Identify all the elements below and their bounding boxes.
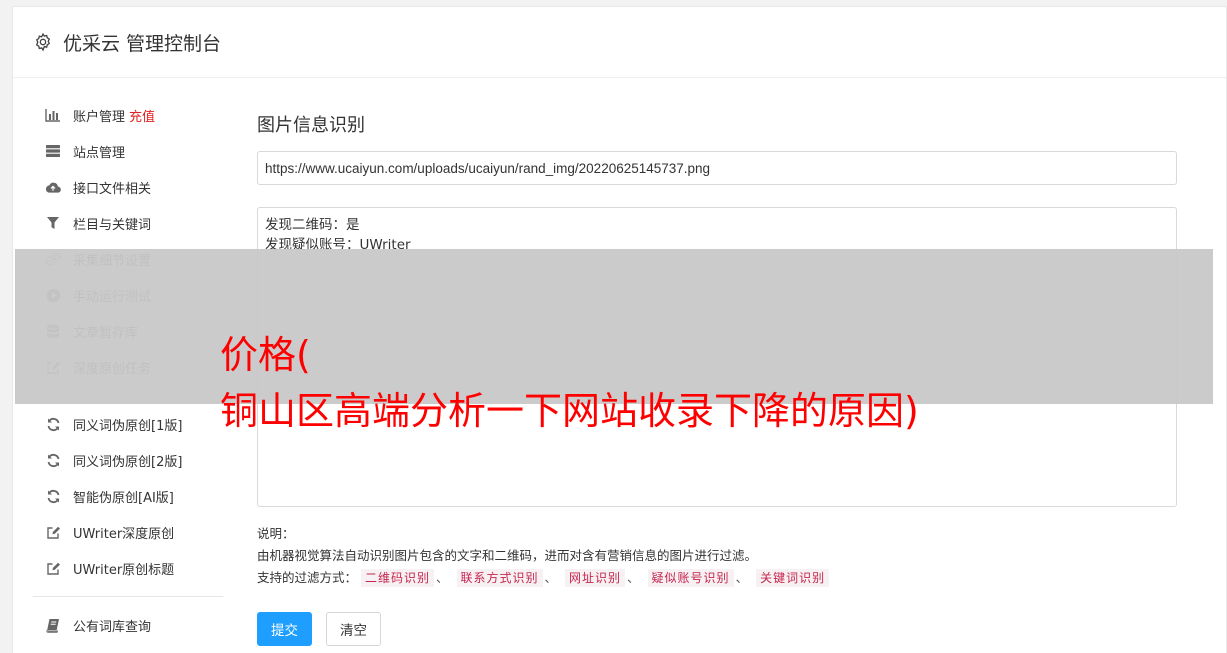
page-title: 优采云 管理控制台	[63, 32, 222, 55]
sidebar-group-rewrite: 同义词伪原创[1版] 同义词伪原创[2版] 智能伪原创[AI版] UWriter深度原…	[33, 406, 223, 586]
filter-methods: 支持的过滤方式： 二维码识别、 联系方式识别、 网址识别、 疑似账号识别、 关键…	[257, 567, 1177, 589]
sidebar-item[interactable]: 同义词伪原创[1版]	[33, 406, 223, 442]
sidebar-item[interactable]: 站点管理	[33, 133, 223, 169]
refresh-icon	[45, 452, 61, 468]
edit-icon	[45, 560, 61, 576]
sidebar-item[interactable]: 账户管理 充值	[33, 97, 223, 133]
action-buttons: 提交 清空	[257, 612, 1177, 646]
sidebar-item[interactable]: 同义词伪原创[2版]	[33, 442, 223, 478]
filter-tag-url: 网址识别	[565, 569, 626, 587]
sidebar-item[interactable]: 智能伪原创[AI版]	[33, 478, 223, 514]
submit-button[interactable]: 提交	[257, 612, 312, 646]
bar-chart-icon	[45, 107, 61, 123]
refresh-icon	[45, 416, 61, 432]
sidebar-item-label: UWriter原创标题	[73, 562, 175, 578]
recharge-badge[interactable]: 充值	[129, 106, 155, 125]
description-text: 由机器视觉算法自动识别图片包含的文字和二维码，进而对含有营销信息的图片进行过滤。	[257, 548, 758, 563]
filter-separator: 、	[627, 570, 640, 585]
filter-label: 支持的过滤方式：	[257, 570, 358, 585]
sidebar-group-library: 公有词库查询	[33, 607, 223, 643]
gear-icon	[35, 32, 51, 52]
refresh-icon	[45, 488, 61, 504]
result-line-qrcode: 发现二维码：是	[265, 217, 360, 233]
filter-icon	[45, 215, 61, 231]
sidebar-item[interactable]: 栏目与关键词	[33, 205, 223, 241]
filter-tag-account: 疑似账号识别	[647, 569, 734, 587]
filter-separator: 、	[544, 570, 558, 585]
server-icon	[45, 143, 61, 159]
filter-tag-keyword: 关键词识别	[756, 569, 830, 587]
sidebar-divider	[33, 596, 223, 597]
sidebar-item-label: 账户管理	[73, 109, 126, 125]
sidebar-item[interactable]: UWriter原创标题	[33, 550, 223, 586]
description: 说明： 由机器视觉算法自动识别图片包含的文字和二维码，进而对含有营销信息的图片进…	[257, 523, 1177, 589]
sidebar-item-label: 同义词伪原创[1版]	[73, 418, 183, 434]
sidebar-item-label: UWriter深度原创	[73, 526, 175, 542]
clear-button[interactable]: 清空	[326, 612, 381, 646]
sidebar-item-label: 公有词库查询	[73, 619, 152, 635]
sidebar-item[interactable]: 接口文件相关	[33, 169, 223, 205]
sidebar-item-label: 智能伪原创[AI版]	[73, 490, 174, 506]
filter-tag-contact: 联系方式识别	[456, 569, 543, 587]
filter-separator: 、	[436, 570, 449, 585]
cloud-upload-icon	[45, 179, 61, 195]
overlay-text: 价格( 铜山区高端分析一下网站收录下降的原因)	[220, 327, 919, 439]
sidebar-item-label: 站点管理	[73, 145, 126, 161]
sidebar-item-label: 接口文件相关	[73, 181, 152, 197]
section-title: 图片信息识别	[257, 115, 365, 136]
sidebar-item-label: 同义词伪原创[2版]	[73, 454, 183, 470]
image-url-input[interactable]	[257, 151, 1177, 185]
sidebar-item-label: 栏目与关键词	[73, 217, 152, 233]
sidebar-item[interactable]: 公有词库查询	[33, 607, 223, 643]
sidebar-item[interactable]: UWriter深度原创	[33, 514, 223, 550]
filter-tag-qrcode: 二维码识别	[361, 569, 435, 587]
book-icon	[45, 617, 61, 633]
overlay-line-1: 价格(	[220, 333, 311, 377]
edit-icon	[45, 524, 61, 540]
description-label: 说明：	[257, 526, 295, 541]
overlay-line-2: 铜山区高端分析一下网站收录下降的原因)	[220, 389, 919, 433]
header: 优采云 管理控制台	[13, 7, 1226, 78]
filter-separator: 、	[735, 570, 749, 585]
